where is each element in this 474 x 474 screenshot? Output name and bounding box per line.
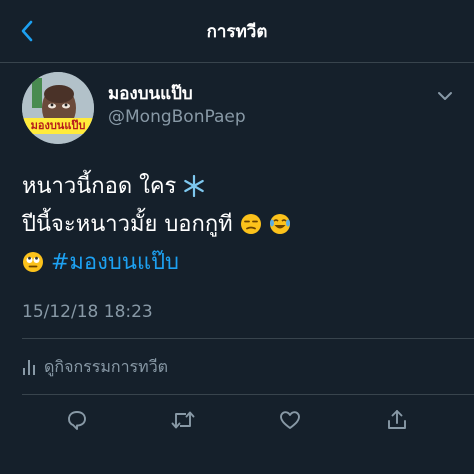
tweet-actions bbox=[0, 398, 474, 440]
divider-top bbox=[22, 338, 474, 339]
display-name[interactable]: มองบนแป๊บ bbox=[108, 80, 193, 107]
username[interactable]: @MongBonPaep bbox=[108, 107, 246, 127]
avatar[interactable]: มองบนแป๊บ bbox=[22, 72, 94, 144]
divider-bottom bbox=[22, 394, 474, 395]
tweet-line-1-text: หนาวนี้กอด ใคร bbox=[22, 174, 177, 199]
like-button[interactable] bbox=[275, 406, 305, 434]
unamused-face-icon bbox=[240, 214, 261, 234]
tweet-line-2-text: ปีนี้จะหนาวมั้ย บอกกูที bbox=[22, 212, 233, 237]
view-tweet-activity-button[interactable]: ดูกิจกรรมการทวีต bbox=[22, 352, 168, 382]
heart-icon bbox=[280, 411, 300, 429]
more-options-button[interactable] bbox=[432, 86, 458, 106]
hashtag-link[interactable]: #มองบนแป๊บ bbox=[51, 250, 179, 275]
tweet-timestamp: 15/12/18 18:23 bbox=[22, 302, 153, 322]
chevron-down-icon bbox=[438, 92, 452, 100]
bar-chart-icon bbox=[23, 360, 35, 375]
retweet-icon bbox=[171, 411, 195, 429]
tweet-line-3: #มองบนแป๊บ bbox=[22, 244, 452, 282]
tweet-line-1: หนาวนี้กอด ใคร bbox=[22, 168, 452, 206]
tweet-detail-screen: การทวีต มองบนแป๊บ มองบนแป๊บ @MongBonPaep… bbox=[0, 0, 474, 474]
eye-roll-face-icon bbox=[23, 252, 43, 272]
top-bar: การทวีต bbox=[0, 0, 474, 63]
share-icon bbox=[388, 410, 406, 429]
retweet-button[interactable] bbox=[168, 406, 198, 434]
reply-icon bbox=[68, 411, 86, 430]
tweet-line-2: ปีนี้จะหนาวมั้ย บอกกูที bbox=[22, 206, 452, 244]
page-title: การทวีต bbox=[206, 22, 268, 42]
tweet-text: หนาวนี้กอด ใคร ปีนี้จะหนาวมั้ย บอกกูที #… bbox=[22, 168, 452, 282]
reply-button[interactable] bbox=[62, 406, 92, 434]
tears-of-joy-icon bbox=[269, 214, 290, 234]
share-button[interactable] bbox=[382, 406, 412, 434]
snowflake-icon bbox=[184, 175, 205, 197]
activity-label: ดูกิจกรรมการทวีต bbox=[44, 356, 169, 376]
avatar-caption: มองบนแป๊บ bbox=[30, 119, 86, 132]
